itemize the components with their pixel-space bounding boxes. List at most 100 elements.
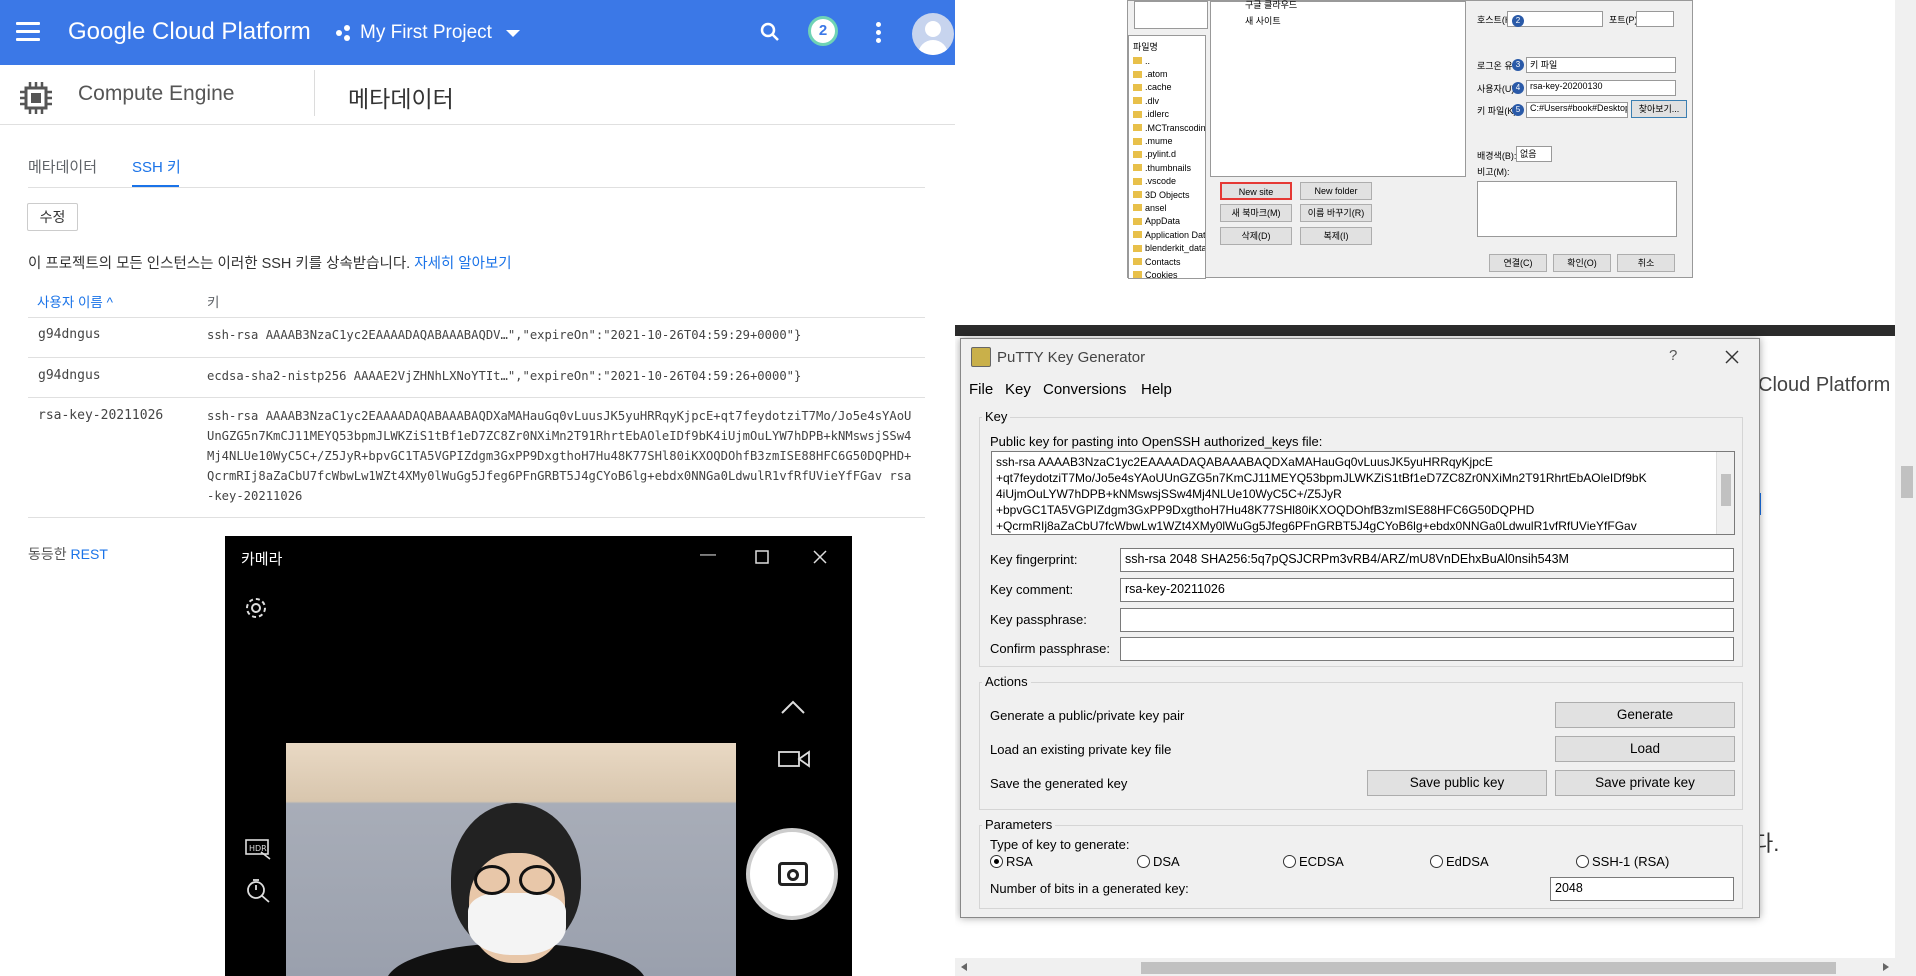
user-label: 사용자(U): [1477,84,1517,94]
pubkey-scrollbar[interactable] [1716,452,1734,534]
browse-button[interactable]: 찾아보기... [1631,100,1687,118]
folder-icon [1133,83,1142,91]
chevron-right-icon[interactable] [1881,962,1891,972]
user-field[interactable]: rsa-key-20200130 [1526,80,1676,96]
confirm-passphrase-field[interactable] [1120,637,1734,661]
radio-ssh1[interactable]: SSH-1 (RSA) [1576,854,1669,869]
row-key: ecdsa-sha2-nistp256 AAAAE2VjZHNhLXNoYTIt… [207,369,802,383]
tree-item[interactable]: 새 사이트 [1245,14,1281,27]
file-item[interactable]: .dlv [1133,94,1205,107]
bits-field[interactable]: 2048 [1550,877,1734,901]
pubkey-line: +qt7feydotziT7Mo/Jo5e4sYAoUUnGZG5n7KmCJ1… [996,471,1647,485]
connect-button[interactable]: 연결(C) [1489,254,1547,272]
edit-button[interactable]: 수정 [27,203,78,231]
rename-button[interactable]: 이름 바꾸기(R) [1300,204,1372,222]
save-public-key-button[interactable]: Save public key [1367,770,1547,796]
tab-ssh-keys[interactable]: SSH 키 [132,156,181,177]
delete-button[interactable]: 삭제(D) [1220,227,1292,245]
file-item[interactable]: Application Data [1133,228,1205,241]
file-item[interactable]: .mume [1133,134,1205,147]
video-icon[interactable] [778,749,810,769]
close-icon[interactable] [813,550,827,564]
close-icon[interactable] [1725,350,1739,364]
folder-icon [1133,137,1142,145]
menu-key[interactable]: Key [1005,381,1031,398]
menu-help[interactable]: Help [1141,381,1172,398]
project-selector[interactable]: My First Project [336,22,520,44]
folder-icon [1133,204,1142,212]
port-field[interactable] [1636,11,1674,27]
file-item[interactable]: .idlerc [1133,108,1205,121]
timer-icon[interactable] [245,877,271,903]
minimize-icon[interactable]: — [698,546,718,566]
save-private-key-button[interactable]: Save private key [1555,770,1735,796]
bg-color-select[interactable]: 없음 [1516,146,1552,162]
file-item[interactable]: .pylint.d [1133,148,1205,161]
tab-metadata[interactable]: 메타데이터 [28,156,97,177]
file-item[interactable]: 3D Objects [1133,188,1205,201]
load-button[interactable]: Load [1555,736,1735,762]
file-item[interactable]: Contacts [1133,255,1205,268]
help-icon[interactable]: ? [1669,347,1677,364]
radio-ecdsa[interactable]: ECDSA [1283,854,1344,869]
radio-dsa[interactable]: DSA [1137,854,1180,869]
logon-type-select[interactable]: 키 파일 [1526,57,1676,73]
duplicate-button[interactable]: 복제(I) [1300,227,1372,245]
gcp-header: Google Cloud Platform My First Project 2 [0,0,955,65]
menu-file[interactable]: File [969,381,993,398]
file-item[interactable]: .cache [1133,81,1205,94]
menu-conversions[interactable]: Conversions [1043,381,1126,398]
ok-button[interactable]: 확인(O) [1553,254,1611,272]
new-bookmark-button[interactable]: 새 북마크(M) [1220,204,1292,222]
keyfile-field[interactable]: C:#Users#book#Desktop [1526,102,1628,118]
learn-more-link[interactable]: 자세히 알아보기 [414,256,511,272]
tree-item[interactable]: 구글 클라우드 [1245,0,1297,11]
rest-link[interactable]: REST [71,546,108,562]
fingerprint-field[interactable]: ssh-rsa 2048 SHA256:5q7pQSJCRPm3vRB4/ARZ… [1120,548,1734,572]
file-item[interactable]: AppData [1133,215,1205,228]
comment-field[interactable] [1477,181,1677,237]
divider [28,187,925,188]
project-name: My First Project [360,22,492,43]
avatar[interactable] [912,13,954,55]
notification-badge[interactable]: 2 [808,16,838,46]
radio-eddsa[interactable]: EdDSA [1430,854,1489,869]
file-item[interactable]: .vscode [1133,175,1205,188]
file-item[interactable]: .thumbnails [1133,161,1205,174]
search-icon[interactable] [760,22,780,42]
folder-icon [1133,177,1142,185]
column-header-username[interactable]: 사용자 이름 ^ [37,291,113,311]
passphrase-field[interactable] [1120,608,1734,632]
new-folder-button[interactable]: New folder [1300,182,1372,200]
maximize-icon[interactable] [755,550,769,564]
file-item[interactable]: .atom [1133,67,1205,80]
comment-field[interactable]: rsa-key-20211026 [1120,578,1734,602]
chevron-up-icon[interactable] [780,699,806,715]
file-item[interactable]: blenderkit_data [1133,241,1205,254]
more-vert-icon[interactable] [876,22,882,44]
file-item[interactable]: .MCTranscoding [1133,121,1205,134]
dark-band [955,325,1895,336]
folder-icon [1133,231,1142,239]
row-username: g94dngus [38,327,101,342]
gcp-logo[interactable]: Google Cloud Platform [68,18,311,46]
file-item[interactable]: .. [1133,54,1205,67]
radio-rsa[interactable]: RSA [990,854,1033,869]
folder-icon [1133,110,1142,118]
info-message: 이 프로젝트의 모든 인스턴스는 이러한 SSH 키를 상속받습니다. [28,256,411,272]
new-site-button[interactable]: New site [1220,182,1292,200]
hdr-icon[interactable]: HDR [245,838,271,860]
menu-icon[interactable] [16,22,40,42]
pubkey-textarea[interactable]: ssh-rsa AAAAB3NzaC1yc2EAAAADAQABAAABAQDX… [991,451,1735,535]
shutter-button[interactable] [746,828,838,920]
file-item[interactable]: ansel [1133,201,1205,214]
scroll-thumb[interactable] [1721,474,1731,506]
generate-button[interactable]: Generate [1555,702,1735,728]
chevron-left-icon[interactable] [959,962,969,972]
scroll-thumb[interactable] [1901,466,1913,498]
settings-icon[interactable] [244,596,268,620]
scroll-thumb[interactable] [1141,962,1836,974]
file-item[interactable]: Cookies [1133,268,1205,278]
cancel-button[interactable]: 취소 [1617,254,1675,272]
row-username: rsa-key-20211026 [38,408,164,423]
